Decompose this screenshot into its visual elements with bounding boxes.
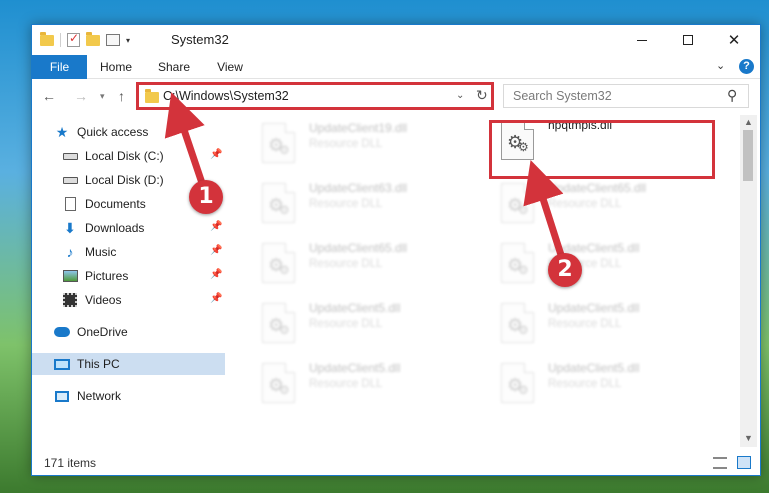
callout-step-1: 1 — [189, 180, 223, 214]
annotation-arrows — [164, 92, 566, 260]
arrow-to-address-bar — [164, 92, 207, 188]
arrow-to-file — [523, 160, 566, 260]
callout-step-2: 2 — [548, 253, 582, 287]
